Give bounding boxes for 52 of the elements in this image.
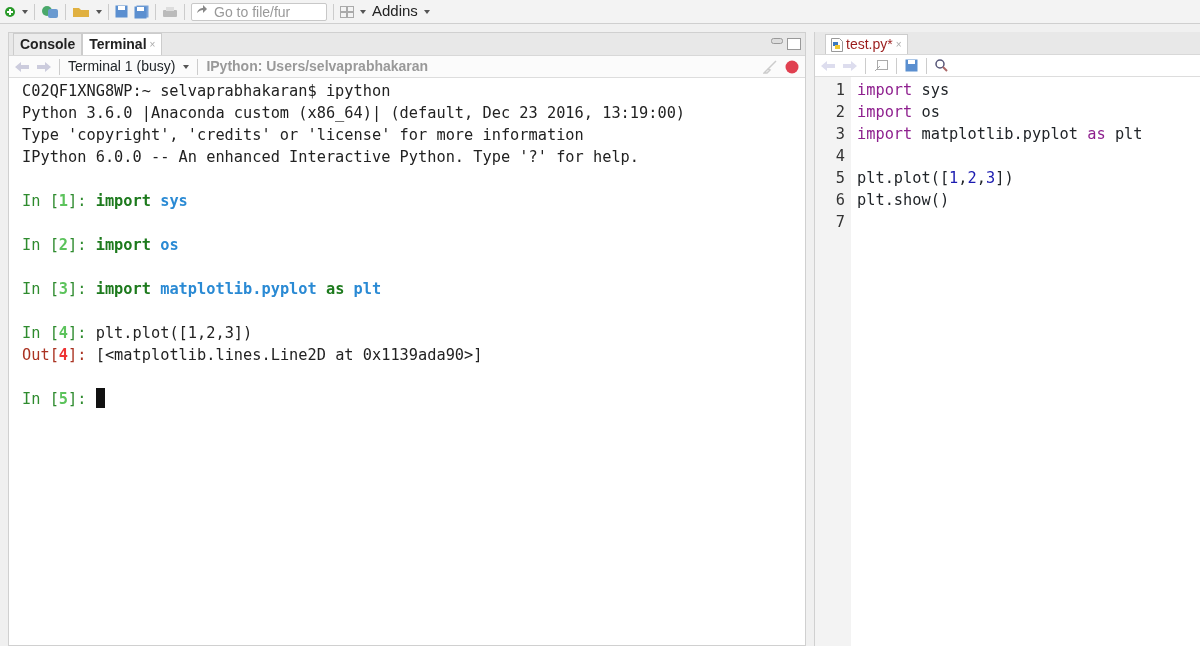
code-line: plt.show()	[856, 190, 951, 211]
stop-icon[interactable]	[785, 59, 799, 74]
search-icon[interactable]	[935, 59, 948, 72]
print-icon[interactable]	[162, 5, 178, 18]
line-number: 5	[834, 168, 845, 189]
terminal-line: Out[4]: [<matplotlib.lines.Line2D at 0x1139ada90>]	[22, 345, 484, 366]
pane-tab[interactable]: Terminal ×	[82, 33, 163, 55]
caret-icon[interactable]	[183, 64, 190, 69]
caret-icon[interactable]	[22, 9, 28, 14]
save-icon[interactable]	[115, 5, 128, 18]
terminal-dropdown[interactable]: Terminal 1 (busy)	[68, 56, 176, 77]
caret-icon[interactable]	[360, 9, 366, 14]
text-cursor	[95, 388, 105, 408]
folder-icon[interactable]	[72, 5, 90, 18]
line-number: 2	[834, 102, 845, 123]
forward-arrow-icon[interactable]	[37, 61, 51, 72]
code-line: import sys	[856, 80, 951, 101]
python-file-icon	[831, 37, 843, 52]
terminal-line: In [1]: import sys	[22, 191, 189, 212]
terminal-line: IPython 6.0.0 -- An enhanced Interactive Python. Type '?' for help.	[22, 147, 641, 168]
terminal-line: Python 3.6.0 |Anaconda custom (x86_64)| (default, Dec 23 2016, 13:19:00)	[22, 103, 687, 124]
code-line: import os	[856, 102, 941, 123]
project-icon[interactable]	[41, 4, 59, 19]
new-file-icon[interactable]	[4, 5, 16, 18]
code-line: plt.plot([1,2,3])	[856, 168, 1015, 189]
line-number: 6	[834, 190, 845, 211]
terminal-line: In [2]: import os	[22, 235, 180, 256]
line-number: 1	[834, 80, 845, 101]
pane-tab[interactable]: Console	[13, 33, 83, 55]
grid-icon[interactable]	[340, 5, 354, 18]
addins-menu[interactable]: Addins	[372, 0, 418, 23]
line-number: 7	[834, 212, 845, 233]
line-number: 4	[834, 146, 845, 167]
broom-icon[interactable]	[763, 59, 777, 74]
terminal-line: In [3]: import matplotlib.pyplot as plt	[22, 279, 383, 300]
show-in-window-icon[interactable]	[874, 59, 888, 72]
terminal-title: IPython: Users/selvaprabhakaran	[206, 57, 429, 76]
caret-icon[interactable]	[96, 9, 102, 14]
caret-icon[interactable]	[423, 9, 430, 14]
save-all-icon[interactable]	[134, 4, 149, 19]
minimize-icon[interactable]	[771, 38, 783, 44]
editor-tab[interactable]: test.py* ×	[825, 34, 908, 54]
line-number: 3	[834, 124, 845, 145]
save-icon[interactable]	[905, 59, 918, 72]
terminal-line: In [4]: plt.plot([1,2,3])	[22, 323, 254, 344]
code-line: import matplotlib.pyplot as plt	[856, 124, 1143, 145]
back-arrow-icon[interactable]	[15, 61, 29, 72]
maximize-icon[interactable]	[787, 38, 801, 50]
go-to-file-field[interactable]: Go to file/fur	[191, 3, 327, 21]
terminal-line: Type 'copyright', 'credits' or 'license' for more information	[22, 125, 585, 146]
terminal-line: In [5]:	[22, 388, 805, 410]
terminal-line: C02QF1XNG8WP:~ selvaprabhakaran$ ipython	[22, 81, 392, 102]
